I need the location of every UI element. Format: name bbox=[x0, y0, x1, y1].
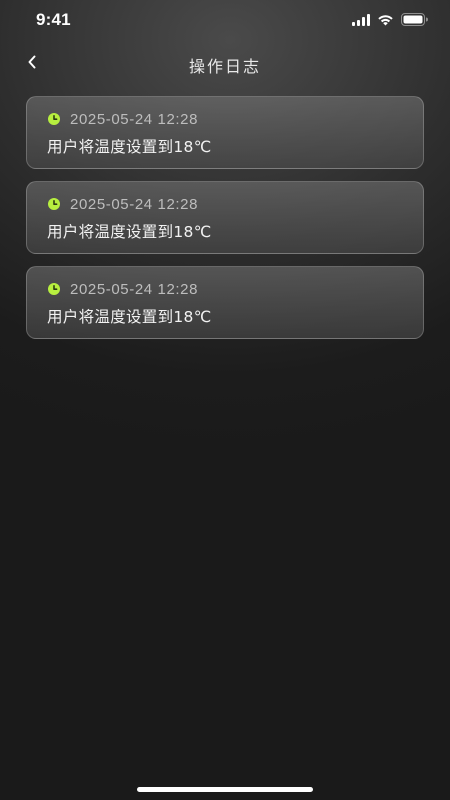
log-time-row: 2025-05-24 12:28 bbox=[47, 278, 403, 300]
log-message: 用户将温度设置到18℃ bbox=[47, 223, 212, 241]
clock-icon bbox=[47, 282, 61, 296]
page-title: 操作日志 bbox=[188, 57, 261, 76]
log-message: 用户将温度设置到18℃ bbox=[47, 308, 212, 326]
status-icons bbox=[352, 13, 428, 26]
cellular-signal-icon bbox=[352, 13, 370, 26]
home-indicator[interactable] bbox=[137, 787, 313, 792]
nav-bar: 操作日志 bbox=[0, 44, 450, 84]
status-time: 9:41 bbox=[36, 10, 71, 29]
log-timestamp: 2025-05-24 12:28 bbox=[70, 110, 199, 128]
status-bar: 9:41 bbox=[0, 0, 450, 44]
app-screen: 9:41 操作日志 2025-05-24 12:28 用户将温度设置到18℃ 2… bbox=[0, 0, 450, 800]
log-time-row: 2025-05-24 12:28 bbox=[47, 108, 403, 130]
log-item: 2025-05-24 12:28 用户将温度设置到18℃ bbox=[26, 96, 424, 169]
log-item: 2025-05-24 12:28 用户将温度设置到18℃ bbox=[26, 266, 424, 339]
clock-icon bbox=[47, 112, 61, 126]
log-time-row: 2025-05-24 12:28 bbox=[47, 193, 403, 215]
log-timestamp: 2025-05-24 12:28 bbox=[70, 195, 199, 213]
battery-icon bbox=[401, 13, 428, 26]
log-list: 2025-05-24 12:28 用户将温度设置到18℃ 2025-05-24 … bbox=[26, 96, 424, 351]
log-timestamp: 2025-05-24 12:28 bbox=[70, 280, 199, 298]
log-message: 用户将温度设置到18℃ bbox=[47, 138, 212, 156]
wifi-icon bbox=[377, 14, 394, 26]
clock-icon bbox=[47, 197, 61, 211]
log-item: 2025-05-24 12:28 用户将温度设置到18℃ bbox=[26, 181, 424, 254]
